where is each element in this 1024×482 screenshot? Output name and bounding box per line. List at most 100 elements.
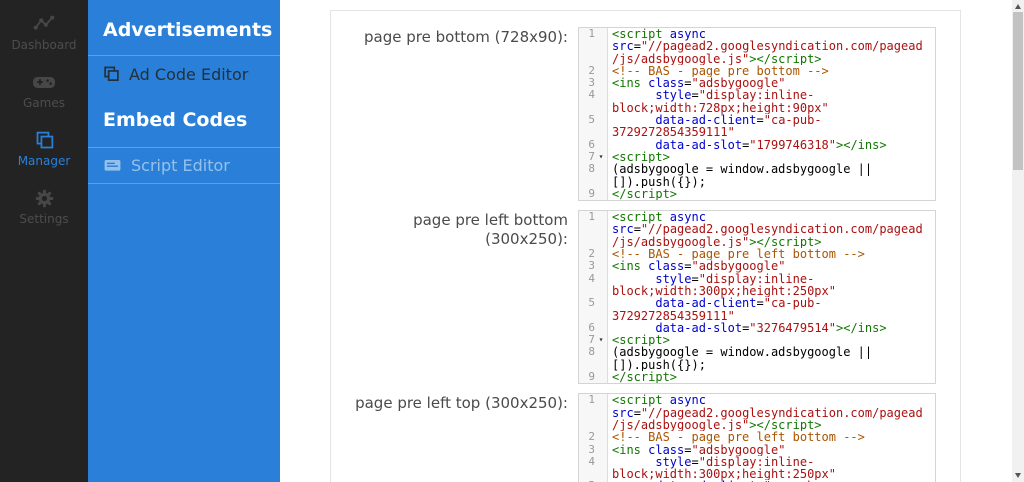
code-text: (adsbygoogle = window.adsbygoogle ||[]).… [608,346,872,371]
page-scrollbar[interactable] [1012,0,1024,482]
submenu-item-label: Script Editor [131,156,230,175]
line-number: 4 [580,89,595,101]
line-number-gutter: 1 [579,211,608,248]
line-number-gutter: 2 [579,431,608,443]
fold-marker-icon[interactable]: ▾ [595,151,607,163]
code-line: 8(adsbygoogle = window.adsbygoogle ||[])… [579,163,935,188]
code-line: 6 data-ad-slot="1799746318"></ins> [579,139,935,151]
code-text: <script asyncsrc="//pagead2.googlesyndic… [608,394,923,431]
gear-icon [34,186,55,210]
scroll-up-arrow-icon[interactable] [1015,4,1021,9]
code-line: 2<!-- BAS - page pre bottom --> [579,65,935,77]
sidebar-item-games[interactable]: Games [0,66,88,114]
code-text: <!-- BAS - page pre left bottom --> [608,431,865,443]
code-text: data-ad-client="ca-pub-3729272854359111" [608,297,822,322]
line-number-gutter: 1 [579,28,608,65]
line-number-gutter: 5 [579,114,608,139]
line-number-gutter: 5 [579,297,608,322]
sidebar-item-label: Settings [19,212,68,226]
code-line: 7▾<script> [579,151,935,163]
line-number: 5 [580,297,595,309]
code-line: 8 (adsbygoogle = window.adsbygoogle ||[])… [579,346,935,371]
gamepad-icon [32,70,56,94]
line-number: 1 [580,394,595,406]
code-line: 2<!-- BAS - page pre left bottom --> [579,248,935,260]
line-number: 4 [580,273,595,285]
sidebar-item-manager[interactable]: Manager [0,124,88,172]
line-number-gutter: 9 [579,371,608,383]
embed-codes-panel: page pre bottom (728x90):1<script asyncs… [330,10,961,482]
code-editor[interactable]: 1 <script asyncsrc="//pagead2.googlesyndi… [578,210,936,384]
code-text: style="display:inline-block;width:300px;… [608,273,836,298]
field-label: page pre bottom (728x90): [331,27,578,201]
code-editor[interactable]: 1 <script asyncsrc="//pagead2.googlesyndi… [578,27,936,201]
line-number-gutter: 4 [579,273,608,298]
code-text: <ins class="adsbygoogle" [608,260,785,272]
code-line: 4 style="display:inline-block;width:728p… [579,89,935,114]
line-number: 1 [580,28,595,40]
code-line: 1 <script asyncsrc="//pagead2.googlesyndi… [579,211,935,248]
submenu-item-script-editor[interactable]: Script Editor [88,147,280,184]
code-text: data-ad-client="ca-pub-3729272854359111" [608,114,822,139]
code-text: <ins class="adsbygoogle" [608,77,785,89]
submenu-section-title[interactable]: Advertisements [88,0,280,55]
code-line: 9 </script> [579,188,935,200]
content-area: page pre bottom (728x90):1<script asyncs… [280,0,1012,482]
line-number: 2 [580,431,595,443]
code-text: <ins class="adsbygoogle" [608,444,785,456]
submenu-item-ad-code-editor[interactable]: Ad Code Editor [88,55,280,92]
embed-code-row: page pre left bottom (300x250):1 <script … [331,210,960,384]
activity-icon [33,12,55,36]
line-number: 3 [580,444,595,456]
line-number-gutter: 3 [579,444,608,456]
line-number: 5 [580,114,595,126]
app-window: Dashboard Games Manager Settings Advertisem… [0,0,1024,482]
line-number: 8 [580,346,595,358]
code-editor[interactable]: 1 <script asyncsrc="//pagead2.googlesyndi… [578,393,936,482]
line-number: 9 [580,188,595,200]
code-line: 4 style="display:inline-block;width:300p… [579,456,935,481]
scrollbar-thumb[interactable] [1013,12,1023,170]
code-text: <!-- BAS - page pre bottom --> [608,65,829,77]
field-label: page pre left bottom (300x250): [331,210,578,384]
embed-code-row: page pre left top (300x250):1 <script asy… [331,393,960,482]
code-text: <script asyncsrc="//pagead2.googlesyndic… [608,28,923,65]
submenu-item-label: Ad Code Editor [129,65,248,84]
field-label: page pre left top (300x250): [331,393,578,482]
code-line: 1 <script asyncsrc="//pagead2.googlesyndi… [579,394,935,431]
code-text: </script> [608,188,677,200]
code-line: 7▾<script> [579,334,935,346]
fold-marker-icon[interactable]: ▾ [595,334,607,346]
code-text: data-ad-slot="1799746318"></ins> [608,139,887,151]
code-line: 6 data-ad-slot="3276479514"></ins> [579,322,935,334]
scroll-down-arrow-icon[interactable] [1015,473,1021,478]
embed-code-row: page pre bottom (728x90):1 <script asyncs… [331,27,960,201]
submenu-section-title[interactable]: Embed Codes [88,92,280,147]
code-text: <script asyncsrc="//pagead2.googlesyndic… [608,211,923,248]
code-text: </script> [608,371,677,383]
line-number: 3 [580,260,595,272]
code-line: 5 data-ad-client="ca-pub-372927285435911… [579,297,935,322]
code-text: data-ad-slot="3276479514"></ins> [608,322,887,334]
sidebar-item-label: Dashboard [11,38,76,52]
code-text: <script> [608,151,670,163]
main-sidebar: Dashboard Games Manager Settings [0,0,88,482]
code-line: 1 <script asyncsrc="//pagead2.googlesyndi… [579,28,935,65]
sidebar-item-dashboard[interactable]: Dashboard [0,8,88,56]
sidebar-item-settings[interactable]: Settings [0,182,88,230]
ad-code-editor-icon [103,66,120,83]
code-line: 2 <!-- BAS - page pre left bottom --> [579,431,935,443]
script-editor-icon [103,156,122,175]
code-text: style="display:inline-block;width:300px;… [608,456,836,481]
line-number: 1 [580,211,595,223]
line-number: 8 [580,163,595,175]
line-number-gutter: 4 [579,456,608,481]
code-line: 3<ins class="adsbygoogle" [579,77,935,89]
line-number-gutter: 1 [579,394,608,431]
line-number: 9 [580,371,595,383]
line-number-gutter: 8 [579,346,608,371]
code-text: <!-- BAS - page pre left bottom --> [608,248,865,260]
code-line: 5 data-ad-client="ca-pub-372927285435911… [579,114,935,139]
manager-submenu: Advertisements Ad Code Editor Embed Codes S… [88,0,280,482]
line-number: 4 [580,456,595,468]
